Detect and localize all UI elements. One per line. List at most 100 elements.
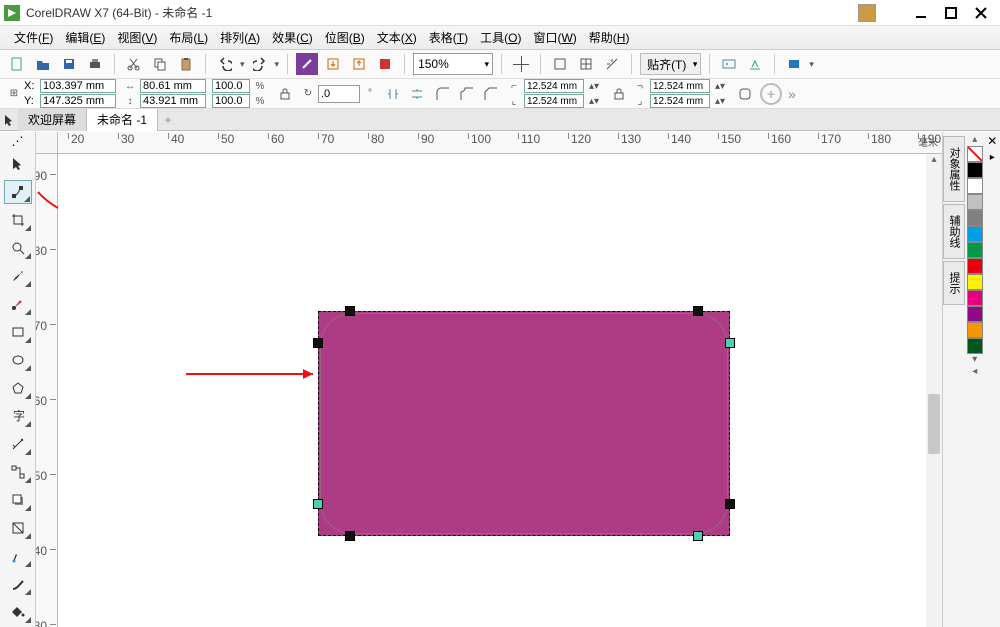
paste-button[interactable] bbox=[175, 53, 197, 75]
undo-button[interactable] bbox=[214, 53, 236, 75]
menu-2[interactable]: 视图(V) bbox=[111, 27, 163, 48]
palette-flyout-button[interactable]: ◂ bbox=[967, 366, 983, 378]
menu-5[interactable]: 效果(C) bbox=[266, 27, 319, 48]
scale-y-input[interactable] bbox=[212, 94, 250, 108]
corner-handle-1[interactable] bbox=[693, 306, 703, 316]
lock-ratio-button[interactable] bbox=[274, 83, 296, 105]
pick-tool-docked-icon[interactable] bbox=[0, 109, 18, 131]
width-input[interactable] bbox=[140, 79, 206, 93]
print-button[interactable] bbox=[84, 53, 106, 75]
swatch-12[interactable] bbox=[967, 338, 983, 354]
corner-handle-6[interactable] bbox=[345, 531, 355, 541]
corner-bl-input[interactable] bbox=[524, 94, 584, 108]
corner-handle-7[interactable] bbox=[693, 531, 703, 541]
dock-tab-2[interactable]: 提示 bbox=[943, 261, 965, 305]
menu-4[interactable]: 排列(A) bbox=[214, 27, 266, 48]
tool-artistic[interactable] bbox=[4, 292, 32, 316]
corner-handle-2[interactable] bbox=[313, 338, 323, 348]
publish-pdf-button[interactable] bbox=[374, 53, 396, 75]
corner-handle-3[interactable] bbox=[725, 338, 735, 348]
swatch-0[interactable] bbox=[967, 146, 983, 162]
mirror-v-button[interactable] bbox=[406, 83, 428, 105]
swatch-2[interactable] bbox=[967, 178, 983, 194]
copy-button[interactable] bbox=[149, 53, 171, 75]
swatch-3[interactable] bbox=[967, 194, 983, 210]
tool-shape[interactable] bbox=[4, 180, 32, 204]
snap-guides-button[interactable] bbox=[601, 53, 623, 75]
x-input[interactable] bbox=[40, 79, 116, 93]
cut-button[interactable] bbox=[123, 53, 145, 75]
tool-transparency[interactable] bbox=[4, 516, 32, 540]
relative-corner-button[interactable] bbox=[734, 83, 756, 105]
menu-1[interactable]: 编辑(E) bbox=[59, 27, 111, 48]
menu-0[interactable]: 文件(F) bbox=[8, 27, 59, 48]
menu-3[interactable]: 布局(L) bbox=[163, 27, 214, 48]
corner-br-input[interactable] bbox=[650, 94, 710, 108]
tool-rectangle[interactable] bbox=[4, 320, 32, 344]
swatch-6[interactable] bbox=[967, 242, 983, 258]
corner-handle-4[interactable] bbox=[313, 499, 323, 509]
open-button[interactable] bbox=[32, 53, 54, 75]
swatch-1[interactable] bbox=[967, 162, 983, 178]
scrollbar-vertical[interactable]: ▴ bbox=[926, 154, 942, 627]
corner-tr-input[interactable] bbox=[650, 79, 710, 93]
menu-11[interactable]: 帮助(H) bbox=[583, 27, 636, 48]
overflow-button[interactable]: » bbox=[784, 86, 800, 102]
tool-collapse-icon[interactable]: ⋰ bbox=[4, 134, 32, 148]
expand-docker-icon[interactable]: ▸ bbox=[990, 152, 995, 163]
save-button[interactable] bbox=[58, 53, 80, 75]
tool-polygon[interactable] bbox=[4, 376, 32, 400]
tool-pick[interactable] bbox=[4, 152, 32, 176]
export-button[interactable] bbox=[348, 53, 370, 75]
scale-x-input[interactable] bbox=[212, 79, 250, 93]
palette-down-button[interactable]: ▾ bbox=[967, 354, 983, 366]
corner-tl-input[interactable] bbox=[524, 79, 584, 93]
fullscreen-button[interactable] bbox=[510, 53, 532, 75]
mirror-h-button[interactable] bbox=[382, 83, 404, 105]
zoom-select[interactable]: 150% bbox=[413, 53, 493, 75]
maximize-button[interactable] bbox=[936, 2, 966, 24]
tool-freehand[interactable] bbox=[4, 264, 32, 288]
menu-7[interactable]: 文本(X) bbox=[371, 27, 423, 48]
rotation-input[interactable] bbox=[318, 85, 360, 103]
corner-handle-5[interactable] bbox=[725, 499, 735, 509]
chamfer-corner-button[interactable] bbox=[480, 83, 502, 105]
tool-shadow[interactable] bbox=[4, 488, 32, 512]
tab-document[interactable]: 未命名 -1 bbox=[87, 109, 158, 131]
add-tab-button[interactable]: + bbox=[158, 110, 178, 130]
dock-tab-1[interactable]: 辅助线 bbox=[943, 204, 965, 259]
swatch-8[interactable] bbox=[967, 274, 983, 290]
scallop-corner-button[interactable] bbox=[456, 83, 478, 105]
swatch-4[interactable] bbox=[967, 210, 983, 226]
snap-dropdown[interactable]: 贴齐(T) bbox=[640, 53, 701, 75]
options-button[interactable] bbox=[718, 53, 740, 75]
round-corner-button[interactable] bbox=[432, 83, 454, 105]
search-content-button[interactable] bbox=[296, 53, 318, 75]
minimize-button[interactable] bbox=[906, 2, 936, 24]
y-input[interactable] bbox=[40, 94, 116, 108]
swatch-10[interactable] bbox=[967, 306, 983, 322]
tool-zoom[interactable] bbox=[4, 236, 32, 260]
ruler-horizontal[interactable]: 毫米 2030405060708090100110120130140150160… bbox=[58, 132, 942, 154]
import-button[interactable] bbox=[322, 53, 344, 75]
app-mgr-button[interactable] bbox=[783, 53, 805, 75]
canvas[interactable] bbox=[58, 154, 942, 627]
tab-welcome[interactable]: 欢迎屏幕 bbox=[18, 109, 87, 131]
close-button[interactable] bbox=[966, 2, 996, 24]
redo-dd-icon[interactable]: ▾ bbox=[275, 59, 280, 70]
user-avatar[interactable] bbox=[858, 4, 876, 22]
redo-button[interactable] bbox=[249, 53, 271, 75]
menu-9[interactable]: 工具(O) bbox=[474, 27, 527, 48]
ruler-vertical[interactable]: 190180170160150140130 bbox=[36, 154, 58, 627]
tool-connector[interactable] bbox=[4, 460, 32, 484]
menu-10[interactable]: 窗口(W) bbox=[527, 27, 582, 48]
swatch-9[interactable] bbox=[967, 290, 983, 306]
new-button[interactable] bbox=[6, 53, 28, 75]
app-mgr-dd-icon[interactable]: ▾ bbox=[809, 59, 814, 70]
menu-6[interactable]: 位图(B) bbox=[319, 27, 371, 48]
swatch-11[interactable] bbox=[967, 322, 983, 338]
tool-eyedropper[interactable] bbox=[4, 544, 32, 568]
tool-crop[interactable] bbox=[4, 208, 32, 232]
corner-handle-0[interactable] bbox=[345, 306, 355, 316]
tool-outline[interactable] bbox=[4, 572, 32, 596]
